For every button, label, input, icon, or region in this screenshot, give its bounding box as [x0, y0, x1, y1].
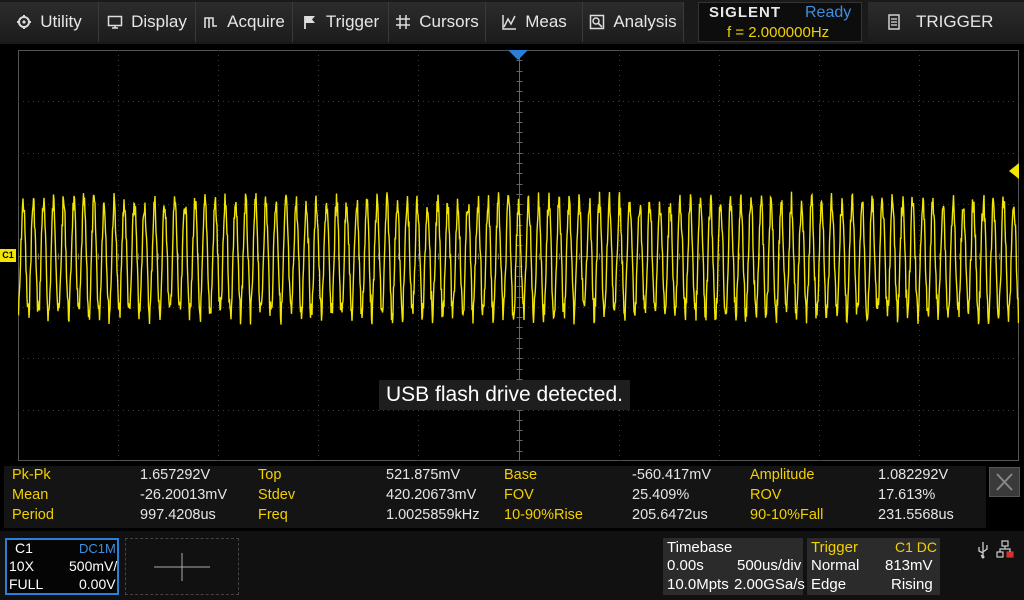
- display-icon: [107, 14, 123, 30]
- trigger-mode: Normal: [811, 557, 860, 574]
- measurement-label: Top: [258, 467, 282, 483]
- menu-trigger[interactable]: Trigger: [293, 2, 389, 42]
- timebase-box[interactable]: Timebase 0.00s 500us/div 10.0Mpts 2.00GS…: [663, 538, 805, 595]
- trigger-flag-icon: [302, 14, 318, 30]
- trigger-panel-label: TRIGGER: [916, 12, 994, 31]
- menu-meas-label: Meas: [525, 12, 567, 31]
- menu-meas[interactable]: Meas: [486, 2, 583, 42]
- close-measurements-button[interactable]: [989, 467, 1020, 497]
- utility-icon: [16, 14, 32, 30]
- usb-icon: [978, 542, 988, 559]
- menu-cursors[interactable]: Cursors: [389, 2, 486, 42]
- trigger-level-marker[interactable]: [1009, 163, 1019, 179]
- channel-1-box[interactable]: C1 DC1M 10X 500mV/ FULL 0.00V: [5, 538, 119, 595]
- trigger-slope: Rising: [891, 576, 933, 593]
- meas-icon: [501, 14, 517, 30]
- measurement-label: 90-10%Fall: [750, 507, 824, 523]
- acquire-icon: [203, 14, 219, 30]
- channel-1-offset-marker[interactable]: C1: [0, 249, 16, 262]
- menu-display-label: Display: [131, 12, 187, 31]
- trigger-source: C1 DC: [895, 539, 938, 555]
- acquisition-status: Ready: [805, 4, 852, 21]
- menu-utility[interactable]: Utility: [0, 2, 99, 42]
- close-icon: [996, 473, 1013, 491]
- measurement-label: Base: [504, 467, 538, 483]
- cursors-icon: [395, 14, 411, 30]
- notification-toast: USB flash drive detected.: [379, 380, 630, 410]
- measurement-label: 10-90%Rise: [504, 507, 583, 523]
- memory-depth: 10.0Mpts: [667, 576, 729, 593]
- measurement-label: Stdev: [258, 487, 296, 503]
- measurement-value: 1.0025859kHz: [386, 507, 480, 523]
- measurement-label: Mean: [12, 487, 49, 503]
- menu-acquire-label: Acquire: [227, 12, 285, 31]
- measurement-label: Freq: [258, 507, 288, 523]
- measurement-label: ROV: [750, 487, 782, 503]
- trigger-type: Edge: [811, 576, 847, 593]
- trigger-panel-button[interactable]: TRIGGER: [868, 2, 1024, 42]
- vertical-offset: 0.00V: [79, 576, 116, 592]
- measurement-label: Pk-Pk: [12, 467, 51, 483]
- menu-analysis-label: Analysis: [613, 12, 677, 31]
- measurement-value: 205.6472us: [632, 507, 708, 523]
- network-icon: [996, 540, 1014, 558]
- measurement-panel: Pk-Pk 1.657292V Top 521.875mV Base -560.417mV…: [4, 466, 986, 528]
- trigger-level: 813mV: [885, 557, 933, 574]
- trigger-info-box[interactable]: Trigger C1 DC Normal 813mV Edge Rising: [807, 538, 940, 595]
- trigger-frequency: f = 2.000000Hz: [727, 24, 830, 41]
- menu-bar: Utility Display Acquire Trigger Cursors …: [0, 0, 1024, 44]
- menu-display[interactable]: Display: [99, 2, 196, 42]
- measurement-label: FOV: [504, 487, 534, 503]
- probe-attenuation: 10X: [9, 558, 34, 574]
- status-box: SIGLENT Ready f = 2.000000Hz: [698, 2, 862, 42]
- timebase-delay: 0.00s: [667, 557, 704, 574]
- trace-path: [18, 191, 1019, 325]
- measurement-value: 17.613%: [878, 487, 936, 503]
- measurement-value: -560.417mV: [632, 467, 711, 483]
- trigger-title: Trigger: [811, 539, 858, 556]
- menu-utility-label: Utility: [40, 12, 82, 31]
- channel-coupling: DC1M: [79, 541, 116, 556]
- analysis-icon: [589, 14, 605, 30]
- vertical-scale: 500mV/: [69, 558, 118, 574]
- menu-trigger-label: Trigger: [325, 12, 380, 31]
- measurement-value: 420.20673mV: [386, 487, 477, 503]
- measurement-value: 1.082292V: [878, 467, 949, 483]
- measurement-value: 1.657292V: [140, 467, 211, 483]
- measurement-value: 231.5568us: [878, 507, 954, 523]
- menu-acquire[interactable]: Acquire: [196, 2, 293, 42]
- menu-cursors-label: Cursors: [419, 12, 479, 31]
- measurement-value: 25.409%: [632, 487, 690, 503]
- channel-slot-empty[interactable]: [125, 538, 239, 595]
- add-channel-icon: [154, 553, 210, 581]
- timebase-scale: 500us/div: [737, 557, 802, 574]
- measurement-label: Amplitude: [750, 467, 815, 483]
- list-icon: [888, 14, 900, 30]
- sample-rate: 2.00GSa/s: [734, 576, 805, 593]
- trigger-position-marker[interactable]: [508, 50, 528, 60]
- measurement-label: Period: [12, 507, 54, 523]
- bandwidth-limit: FULL: [9, 576, 44, 592]
- channel-name: C1: [15, 540, 33, 556]
- measurement-value: 997.4208us: [140, 507, 216, 523]
- brand-logo: SIGLENT: [709, 4, 782, 21]
- measurement-value: -26.20013mV: [140, 487, 228, 503]
- measurement-value: 521.875mV: [386, 467, 461, 483]
- menu-analysis[interactable]: Analysis: [583, 2, 684, 42]
- channel-1-header: C1 DC1M: [7, 540, 117, 558]
- timebase-title: Timebase: [667, 539, 733, 556]
